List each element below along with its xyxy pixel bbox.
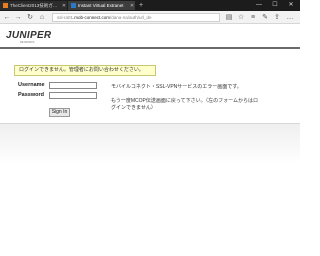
favorite-star-icon[interactable]: ☆: [236, 12, 246, 23]
tab-label: Instant Virtual Extranet: [78, 3, 124, 8]
url-host: .mob-connect.com: [73, 15, 111, 20]
home-button[interactable]: ⌂: [37, 12, 47, 23]
site-favicon-icon: [71, 3, 76, 8]
more-icon[interactable]: …: [285, 12, 295, 23]
browser-navbar: ← → ↻ ⌂ ssl-ra01.mob-connect.com/dana-na…: [0, 11, 300, 24]
sign-in-button[interactable]: Sign In: [49, 108, 70, 117]
url-path: /dana-na/auth/url_de: [110, 15, 152, 20]
minimize-button[interactable]: —: [252, 0, 266, 11]
tab-client-guide[interactable]: TheClient2013技術ガイド_擦 ✕: [0, 1, 67, 10]
url-prefix: ssl-ra01: [57, 15, 74, 20]
maximize-button[interactable]: ☐: [268, 0, 282, 11]
footer-fade: [0, 124, 300, 164]
close-window-button[interactable]: ✕: [284, 0, 298, 11]
info-line-2: もう一度MCOP伝送画面に戻って下さい。（左のフォームからはロ: [111, 98, 258, 104]
browser-titlebar: TheClient2013技術ガイド_擦 ✕ Instant Virtual E…: [0, 0, 300, 11]
tab-close-icon[interactable]: ✕: [129, 3, 135, 9]
tab-instant-virtual-extranet[interactable]: Instant Virtual Extranet ✕: [68, 1, 135, 10]
password-label: Password: [18, 92, 44, 98]
hub-icon[interactable]: ≡: [248, 12, 258, 23]
reading-view-icon[interactable]: ▤: [224, 12, 234, 23]
share-icon[interactable]: ⇪: [272, 12, 282, 23]
info-line-1: モバイルコネクト・SSL-VPNサービスのエラー画面です。: [111, 84, 242, 90]
refresh-button[interactable]: ↻: [25, 12, 35, 23]
tab-close-icon[interactable]: ✕: [61, 3, 67, 9]
password-input[interactable]: [49, 92, 97, 99]
new-tab-button[interactable]: +: [137, 1, 145, 10]
forward-button[interactable]: →: [13, 12, 23, 23]
error-alert: ログインできません。管理者にお問い合わせください。: [14, 65, 156, 76]
username-label: Username: [18, 82, 45, 88]
web-note-icon[interactable]: ✎: [260, 12, 270, 23]
back-button[interactable]: ←: [2, 12, 12, 23]
logo-tagline: NETWORKS: [20, 41, 35, 44]
username-input[interactable]: [49, 82, 97, 89]
juniper-logo: JUNIPER: [6, 30, 52, 41]
address-bar[interactable]: ssl-ra01.mob-connect.com/dana-na/auth/ur…: [52, 13, 220, 22]
info-line-3: グインできません）: [111, 105, 156, 111]
brand-divider: [0, 47, 300, 49]
tab-label: TheClient2013技術ガイド_擦: [10, 2, 61, 8]
site-favicon-icon: [3, 3, 8, 8]
